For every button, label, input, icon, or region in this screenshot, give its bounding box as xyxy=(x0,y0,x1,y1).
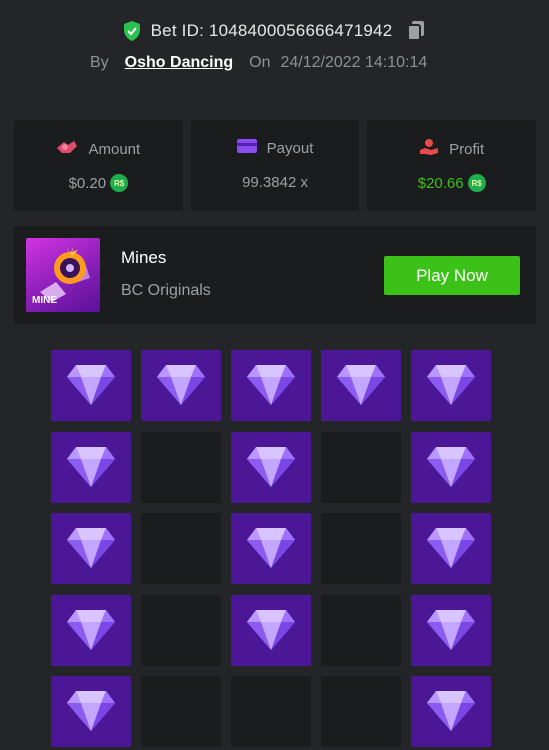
amount-card: Amount $0.20 R$ xyxy=(14,120,183,211)
profit-icon xyxy=(419,138,439,160)
amount-value: $0.20 xyxy=(68,174,107,192)
gem-tile xyxy=(51,513,131,584)
play-now-button[interactable]: Play Now xyxy=(384,256,520,295)
gem-tile xyxy=(231,594,311,666)
empty-tile xyxy=(231,676,311,747)
empty-tile xyxy=(321,676,401,747)
on-label: On xyxy=(249,54,271,71)
gem-tile xyxy=(51,594,131,666)
gem-tile xyxy=(231,513,311,584)
gem-tile xyxy=(411,676,491,747)
amount-icon xyxy=(56,138,78,160)
username-link[interactable]: Osho Dancing xyxy=(125,54,233,72)
copy-icon[interactable] xyxy=(406,20,426,42)
currency-badge: R$ xyxy=(110,174,129,192)
gem-tile xyxy=(231,431,311,503)
by-label: By xyxy=(90,54,109,71)
empty-tile xyxy=(321,513,401,584)
mines-game-thumbnail[interactable]: MINE xyxy=(26,238,100,312)
gem-tile xyxy=(51,676,131,747)
currency-badge: R$ xyxy=(467,174,486,192)
gem-tile xyxy=(231,350,311,421)
gem-tile xyxy=(411,594,491,666)
empty-tile xyxy=(141,594,221,666)
bet-id-row: Bet ID: 1048400056666471942 xyxy=(0,18,549,44)
gem-tile xyxy=(411,513,491,584)
payout-icon xyxy=(236,138,257,158)
payout-value: 99.3842 x xyxy=(242,174,308,191)
empty-tile xyxy=(141,676,221,747)
bet-id-text: Bet ID: 1048400056666471942 xyxy=(150,21,393,40)
gem-tile xyxy=(141,350,221,421)
game-provider: BC Originals xyxy=(121,282,211,299)
thumbnail-label: MINE xyxy=(32,295,57,306)
bet-datetime: 24/12/2022 14:10:14 xyxy=(280,54,428,71)
profit-value: $20.66 xyxy=(417,174,464,192)
verified-shield-icon xyxy=(123,21,141,41)
game-name: Mines xyxy=(121,248,167,267)
game-card: MINE Mines BC Originals Play Now xyxy=(14,226,536,324)
profit-card: Profit $20.66 R$ xyxy=(367,120,537,211)
gem-tile xyxy=(321,350,401,421)
empty-tile xyxy=(321,431,401,503)
bet-author-row: By Osho Dancing On 24/12/2022 14:10:14 xyxy=(90,52,427,74)
bet-stats: Amount $0.20 R$ Payout 99.3842 x Profit … xyxy=(14,120,537,211)
gem-tile xyxy=(411,431,491,503)
amount-label: Amount xyxy=(88,140,141,158)
gem-tile xyxy=(51,431,131,503)
payout-card: Payout 99.3842 x xyxy=(190,120,360,211)
empty-tile xyxy=(321,594,401,666)
empty-tile xyxy=(141,513,221,584)
empty-tile xyxy=(141,431,221,503)
bet-header: Bet ID: 1048400056666471942 By Osho Danc… xyxy=(0,0,549,100)
gem-tile xyxy=(51,350,131,421)
profit-label: Profit xyxy=(449,140,485,158)
payout-label: Payout xyxy=(266,139,314,157)
gem-tile xyxy=(411,350,491,421)
